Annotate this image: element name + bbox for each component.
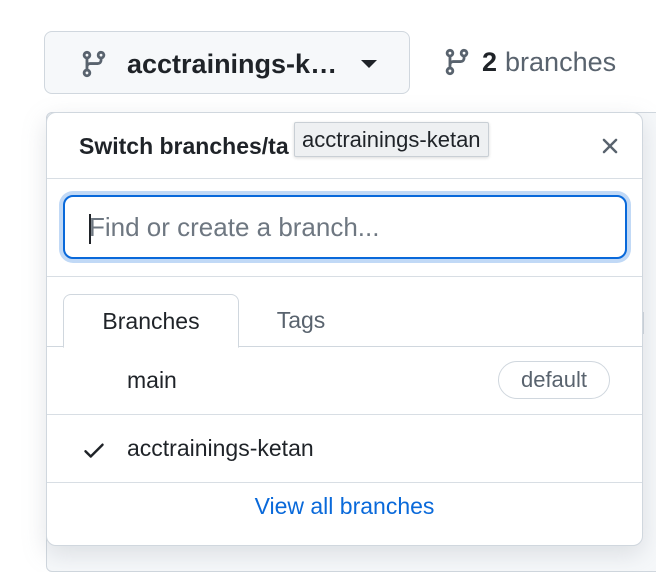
branch-name: main <box>127 367 177 393</box>
git-branch-icon <box>82 50 106 78</box>
check-icon <box>84 443 104 458</box>
default-badge: default <box>498 361 610 399</box>
branch-item-main[interactable]: main default <box>47 347 642 415</box>
view-all-branches-link[interactable]: View all branches <box>47 493 642 520</box>
triangle-down-icon <box>361 60 377 68</box>
branches-link[interactable]: 2 branches <box>442 44 616 80</box>
branch-tabs: Branches Tags <box>47 277 642 348</box>
branch-select-button[interactable]: acctrainings-k… <box>44 31 410 94</box>
popover-title: Switch branches/ta <box>79 133 289 159</box>
branches-label: branches <box>505 46 617 77</box>
tab-branches[interactable]: Branches <box>63 294 239 348</box>
branch-name: acctrainings-ketan <box>127 435 314 461</box>
branch-item-acctrainings-ketan[interactable]: acctrainings-ketan <box>47 415 642 483</box>
git-branch-icon <box>445 48 469 76</box>
branch-search-input[interactable] <box>63 195 627 259</box>
branch-search-section <box>47 179 642 277</box>
text-cursor <box>89 214 91 244</box>
x-icon[interactable] <box>597 133 623 159</box>
branch-name-tooltip: acctrainings-ketan <box>294 122 489 157</box>
branches-count: 2 <box>482 46 498 77</box>
tab-tags[interactable]: Tags <box>253 293 349 347</box>
background-edge <box>642 312 656 334</box>
branch-switcher-popover: Switch branches/ta Branches Tags main de… <box>46 112 643 546</box>
branch-select-label: acctrainings-k… <box>127 49 338 79</box>
